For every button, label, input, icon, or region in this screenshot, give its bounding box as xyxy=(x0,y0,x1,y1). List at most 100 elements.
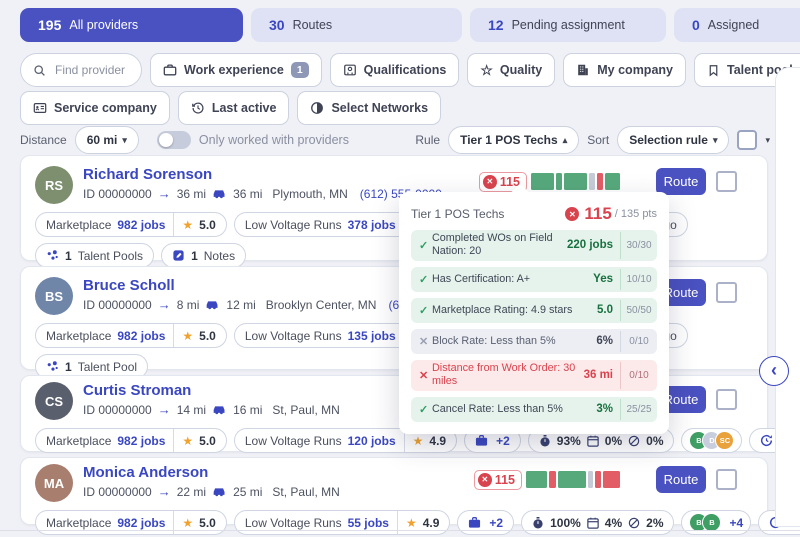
caret-down-icon: ▾ xyxy=(713,135,718,146)
score-bar-segment xyxy=(589,173,595,190)
tooltip-title: Tier 1 POS Techs xyxy=(411,207,565,221)
distance-select[interactable]: 60 mi ▾ xyxy=(75,126,139,154)
star-icon: ★ xyxy=(413,434,424,448)
job-type-label: Marketplace xyxy=(46,329,111,343)
filter-service-company[interactable]: Service company xyxy=(20,91,170,125)
job-history-pill[interactable]: Marketplace 982 jobs ★ 5.0 xyxy=(35,323,227,348)
route-button[interactable]: Route xyxy=(656,466,706,493)
search-input[interactable] xyxy=(53,62,137,78)
stat-value: 4% xyxy=(605,516,622,530)
provider-name[interactable]: Monica Anderson xyxy=(83,464,340,481)
avatar[interactable]: MA xyxy=(35,464,73,502)
avatar[interactable]: BS xyxy=(35,277,73,315)
calendar-icon xyxy=(587,435,599,447)
provider-id: ID 00000000 xyxy=(83,403,152,417)
drive-distance: 36 mi xyxy=(233,187,262,201)
tab-count: 30 xyxy=(269,17,285,33)
talent-label: Talent Pools xyxy=(78,249,143,263)
job-count: 982 jobs xyxy=(117,516,165,530)
check-icon: ✓ xyxy=(419,273,432,286)
filter-quality[interactable]: ☆ Quality xyxy=(467,53,555,87)
filter-my-company[interactable]: My company xyxy=(563,53,686,87)
tab-pending-assignment[interactable]: 12 Pending assignment xyxy=(470,8,666,42)
job-rating: 5.0 xyxy=(199,516,216,530)
job-history-pill[interactable]: Marketplace 982 jobs ★ 5.0 xyxy=(35,428,227,453)
filter-label: Qualifications xyxy=(364,63,447,77)
select-provider-checkbox[interactable] xyxy=(716,389,737,410)
avatar[interactable]: CS xyxy=(35,382,73,420)
drive-distance: 25 mi xyxy=(233,485,262,499)
filter-work-experience[interactable]: Work experience 1 xyxy=(150,53,322,87)
provider-name[interactable]: Curtis Stroman xyxy=(83,382,340,399)
job-history-pill[interactable]: Marketplace 982 jobs ★ 5.0 xyxy=(35,212,227,237)
star-icon: ★ xyxy=(182,434,193,448)
star-icon: ★ xyxy=(182,516,193,530)
stat-value: 93% xyxy=(557,434,581,448)
provider-name[interactable]: Richard Sorenson xyxy=(83,166,442,183)
job-history-pill[interactable]: Low Voltage Runs 55 jobs ★ 4.9 xyxy=(234,510,451,535)
panel-expand-button[interactable]: ‹ xyxy=(759,356,789,386)
score-bar-segment xyxy=(556,173,562,190)
qualifications-icon xyxy=(343,63,357,77)
select-provider-checkbox[interactable] xyxy=(716,469,737,490)
check-icon: ✓ xyxy=(419,304,432,317)
avatar[interactable]: RS xyxy=(35,166,73,204)
x-circle-icon: ✕ xyxy=(478,473,492,487)
criterion-label: Completed WOs on Field Nation: 20 xyxy=(432,232,567,259)
score-bar-segment xyxy=(597,173,603,190)
status-tabs: 195 All providers 30 Routes 12 Pending a… xyxy=(20,8,800,42)
criterion-label: Distance from Work Order: 30 miles xyxy=(432,362,584,389)
credential-badge: SC xyxy=(715,431,734,450)
notes-label: Notes xyxy=(204,249,235,263)
criterion-points: 25/25 xyxy=(620,399,657,420)
stat-value: 0% xyxy=(605,434,622,448)
provider-location: St, Paul, MN xyxy=(272,403,339,417)
tab-routes[interactable]: 30 Routes xyxy=(251,8,462,42)
score-bar-segment xyxy=(564,173,587,190)
caret-down-icon[interactable]: ▾ xyxy=(765,135,770,146)
score-badge[interactable]: ✕ 115 xyxy=(474,470,522,490)
job-history-pill[interactable]: Marketplace 982 jobs ★ 5.0 xyxy=(35,510,227,535)
select-provider-checkbox[interactable] xyxy=(716,282,737,303)
job-rating: 5.0 xyxy=(199,218,216,232)
job-rating: 5.0 xyxy=(199,434,216,448)
job-count: 378 jobs xyxy=(348,218,396,232)
tooltip-total: / 135 pts xyxy=(615,208,657,220)
score-bar-segment xyxy=(558,471,586,488)
building-icon xyxy=(576,63,590,77)
talent-pools-pill[interactable]: 1 Talent Pools xyxy=(35,243,154,268)
talent-count: 1 xyxy=(65,249,72,263)
criterion-points: 0/10 xyxy=(620,331,657,352)
select-all-checkbox[interactable] xyxy=(737,130,757,150)
criterion-points: 10/10 xyxy=(620,269,657,290)
credential-badges-pill[interactable]: BB +4 xyxy=(681,510,751,535)
notes-count: 1 xyxy=(191,249,198,263)
provider-location: St, Paul, MN xyxy=(272,485,339,499)
worked-with-toggle[interactable] xyxy=(157,131,191,149)
select-provider-checkbox[interactable] xyxy=(716,171,737,192)
notes-pill[interactable]: 1 Notes xyxy=(161,243,246,268)
slash-circle-icon xyxy=(628,517,640,529)
rule-select[interactable]: Tier 1 POS Techs ▴ xyxy=(448,126,579,154)
filter-last-active[interactable]: Last active xyxy=(178,91,290,125)
criterion-value: 5.0 xyxy=(597,304,620,316)
sort-label: Sort xyxy=(587,133,609,147)
tab-assigned[interactable]: 0 Assigned xyxy=(674,8,800,42)
stats-pill[interactable]: 100% 4% 2% xyxy=(521,510,674,535)
tab-all-providers[interactable]: 195 All providers xyxy=(20,8,243,42)
filter-label: Select Networks xyxy=(331,101,428,115)
route-button[interactable]: Route xyxy=(656,168,706,195)
bookmark-icon xyxy=(707,64,720,77)
timer-icon xyxy=(539,435,551,447)
more-experience-pill[interactable]: +2 xyxy=(457,510,514,535)
filter-qualifications[interactable]: Qualifications xyxy=(330,53,460,87)
viewport-bottom-border xyxy=(0,530,800,531)
refresh-clock-icon xyxy=(760,434,773,447)
badges-more-count: +4 xyxy=(729,516,743,530)
credential-badges-pill[interactable]: BDSC xyxy=(681,428,742,453)
sort-select[interactable]: Selection rule ▾ xyxy=(617,126,729,154)
timer-icon xyxy=(532,517,544,529)
tooltip-score: 115 xyxy=(584,204,611,224)
find-provider-search[interactable] xyxy=(20,53,142,87)
filter-select-networks[interactable]: Select Networks xyxy=(297,91,441,125)
